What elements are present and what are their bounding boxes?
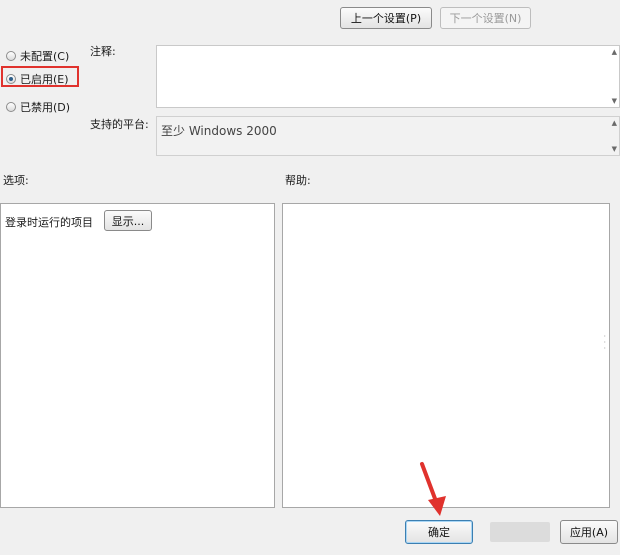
radio-disabled[interactable]: 已禁用(D) <box>6 99 70 115</box>
show-button[interactable]: 显示... <box>104 210 152 231</box>
radio-selected-icon[interactable] <box>6 74 16 84</box>
platform-field: 至少 Windows 2000 ▲ ▼ <box>156 116 620 156</box>
apply-button[interactable]: 应用(A) <box>560 520 618 544</box>
comment-label: 注释: <box>90 45 116 58</box>
radio-circle-icon[interactable] <box>6 51 16 61</box>
next-setting-button[interactable]: 下一个设置(N) <box>440 7 531 29</box>
radio-enabled[interactable]: 已启用(E) <box>6 71 69 87</box>
prev-setting-button[interactable]: 上一个设置(P) <box>340 7 432 29</box>
scroll-down-icon[interactable]: ▼ <box>612 145 617 153</box>
scroll-up-icon[interactable]: ▲ <box>612 48 617 56</box>
radio-not-configured-label: 未配置(C) <box>20 50 70 63</box>
help-section-label: 帮助: <box>285 174 311 187</box>
radio-not-configured[interactable]: 未配置(C) <box>6 48 69 64</box>
ok-button[interactable]: 确定 <box>405 520 473 544</box>
options-panel: 登录时运行的项目 显示... <box>0 203 275 508</box>
platform-value: 至少 Windows 2000 <box>161 124 277 138</box>
comment-textarea[interactable]: ▲ ▼ <box>156 45 620 108</box>
run-at-logon-label: 登录时运行的项目 <box>5 216 93 229</box>
annotation-arrow-icon <box>420 462 446 516</box>
radio-disabled-label: 已禁用(D) <box>20 101 71 114</box>
radio-circle-icon[interactable] <box>6 102 16 112</box>
scroll-down-icon[interactable]: ▼ <box>612 97 617 105</box>
scroll-up-icon[interactable]: ▲ <box>612 119 617 127</box>
cancel-button-obscured[interactable] <box>490 522 550 542</box>
help-scrollbar-marks: · · · <box>603 332 606 353</box>
radio-enabled-label: 已启用(E) <box>20 73 69 86</box>
platform-label: 支持的平台: <box>90 118 149 131</box>
options-section-label: 选项: <box>3 174 29 187</box>
